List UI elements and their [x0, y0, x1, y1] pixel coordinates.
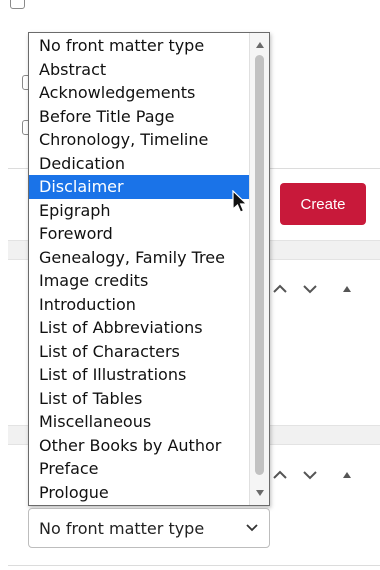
option-acknowledgements[interactable]: Acknowledgements — [29, 81, 249, 105]
option-list-of-illustrations[interactable]: List of Illustrations — [29, 363, 249, 387]
option-image-credits[interactable]: Image credits — [29, 269, 249, 293]
checkbox[interactable] — [10, 0, 25, 9]
chevron-down-icon[interactable] — [302, 470, 318, 480]
reorder-controls — [272, 470, 352, 480]
option-epigraph[interactable]: Epigraph — [29, 199, 249, 223]
pointer-cursor-icon — [232, 190, 248, 213]
chevron-up-icon[interactable] — [272, 470, 288, 480]
front-matter-type-listbox[interactable]: No front matter type Abstract Acknowledg… — [28, 32, 270, 506]
listbox-scrollbar[interactable] — [249, 33, 269, 505]
scroll-down-arrow-icon[interactable] — [250, 485, 269, 501]
option-other-books-by-author[interactable]: Other Books by Author — [29, 434, 249, 458]
option-list-of-tables[interactable]: List of Tables — [29, 387, 249, 411]
option-miscellaneous[interactable]: Miscellaneous — [29, 410, 249, 434]
select-value: No front matter type — [39, 518, 205, 538]
option-disclaimer[interactable]: Disclaimer — [29, 175, 249, 199]
caret-up-icon[interactable] — [342, 471, 352, 479]
divider — [8, 565, 380, 566]
option-foreword[interactable]: Foreword — [29, 222, 249, 246]
chevron-down-icon[interactable] — [302, 284, 318, 294]
reorder-controls — [272, 284, 352, 294]
option-abstract[interactable]: Abstract — [29, 58, 249, 82]
option-introduction[interactable]: Introduction — [29, 293, 249, 317]
option-chronology-timeline[interactable]: Chronology, Timeline — [29, 128, 249, 152]
scrollbar-thumb[interactable] — [255, 55, 264, 475]
chevron-up-icon[interactable] — [272, 284, 288, 294]
option-no-front-matter-type[interactable]: No front matter type — [29, 34, 249, 58]
option-list-of-abbreviations[interactable]: List of Abbreviations — [29, 316, 249, 340]
option-prologue[interactable]: Prologue — [29, 481, 249, 505]
options-list: No front matter type Abstract Acknowledg… — [29, 34, 249, 504]
front-matter-type-select[interactable]: No front matter type — [28, 508, 270, 548]
option-genealogy-family-tree[interactable]: Genealogy, Family Tree — [29, 246, 249, 270]
option-list-of-characters[interactable]: List of Characters — [29, 340, 249, 364]
scroll-up-arrow-icon[interactable] — [250, 37, 269, 53]
option-preface[interactable]: Preface — [29, 457, 249, 481]
caret-up-icon[interactable] — [342, 285, 352, 293]
option-before-title-page[interactable]: Before Title Page — [29, 105, 249, 129]
option-dedication[interactable]: Dedication — [29, 152, 249, 176]
chevron-down-icon — [246, 524, 258, 532]
create-button[interactable]: Create — [280, 183, 366, 225]
